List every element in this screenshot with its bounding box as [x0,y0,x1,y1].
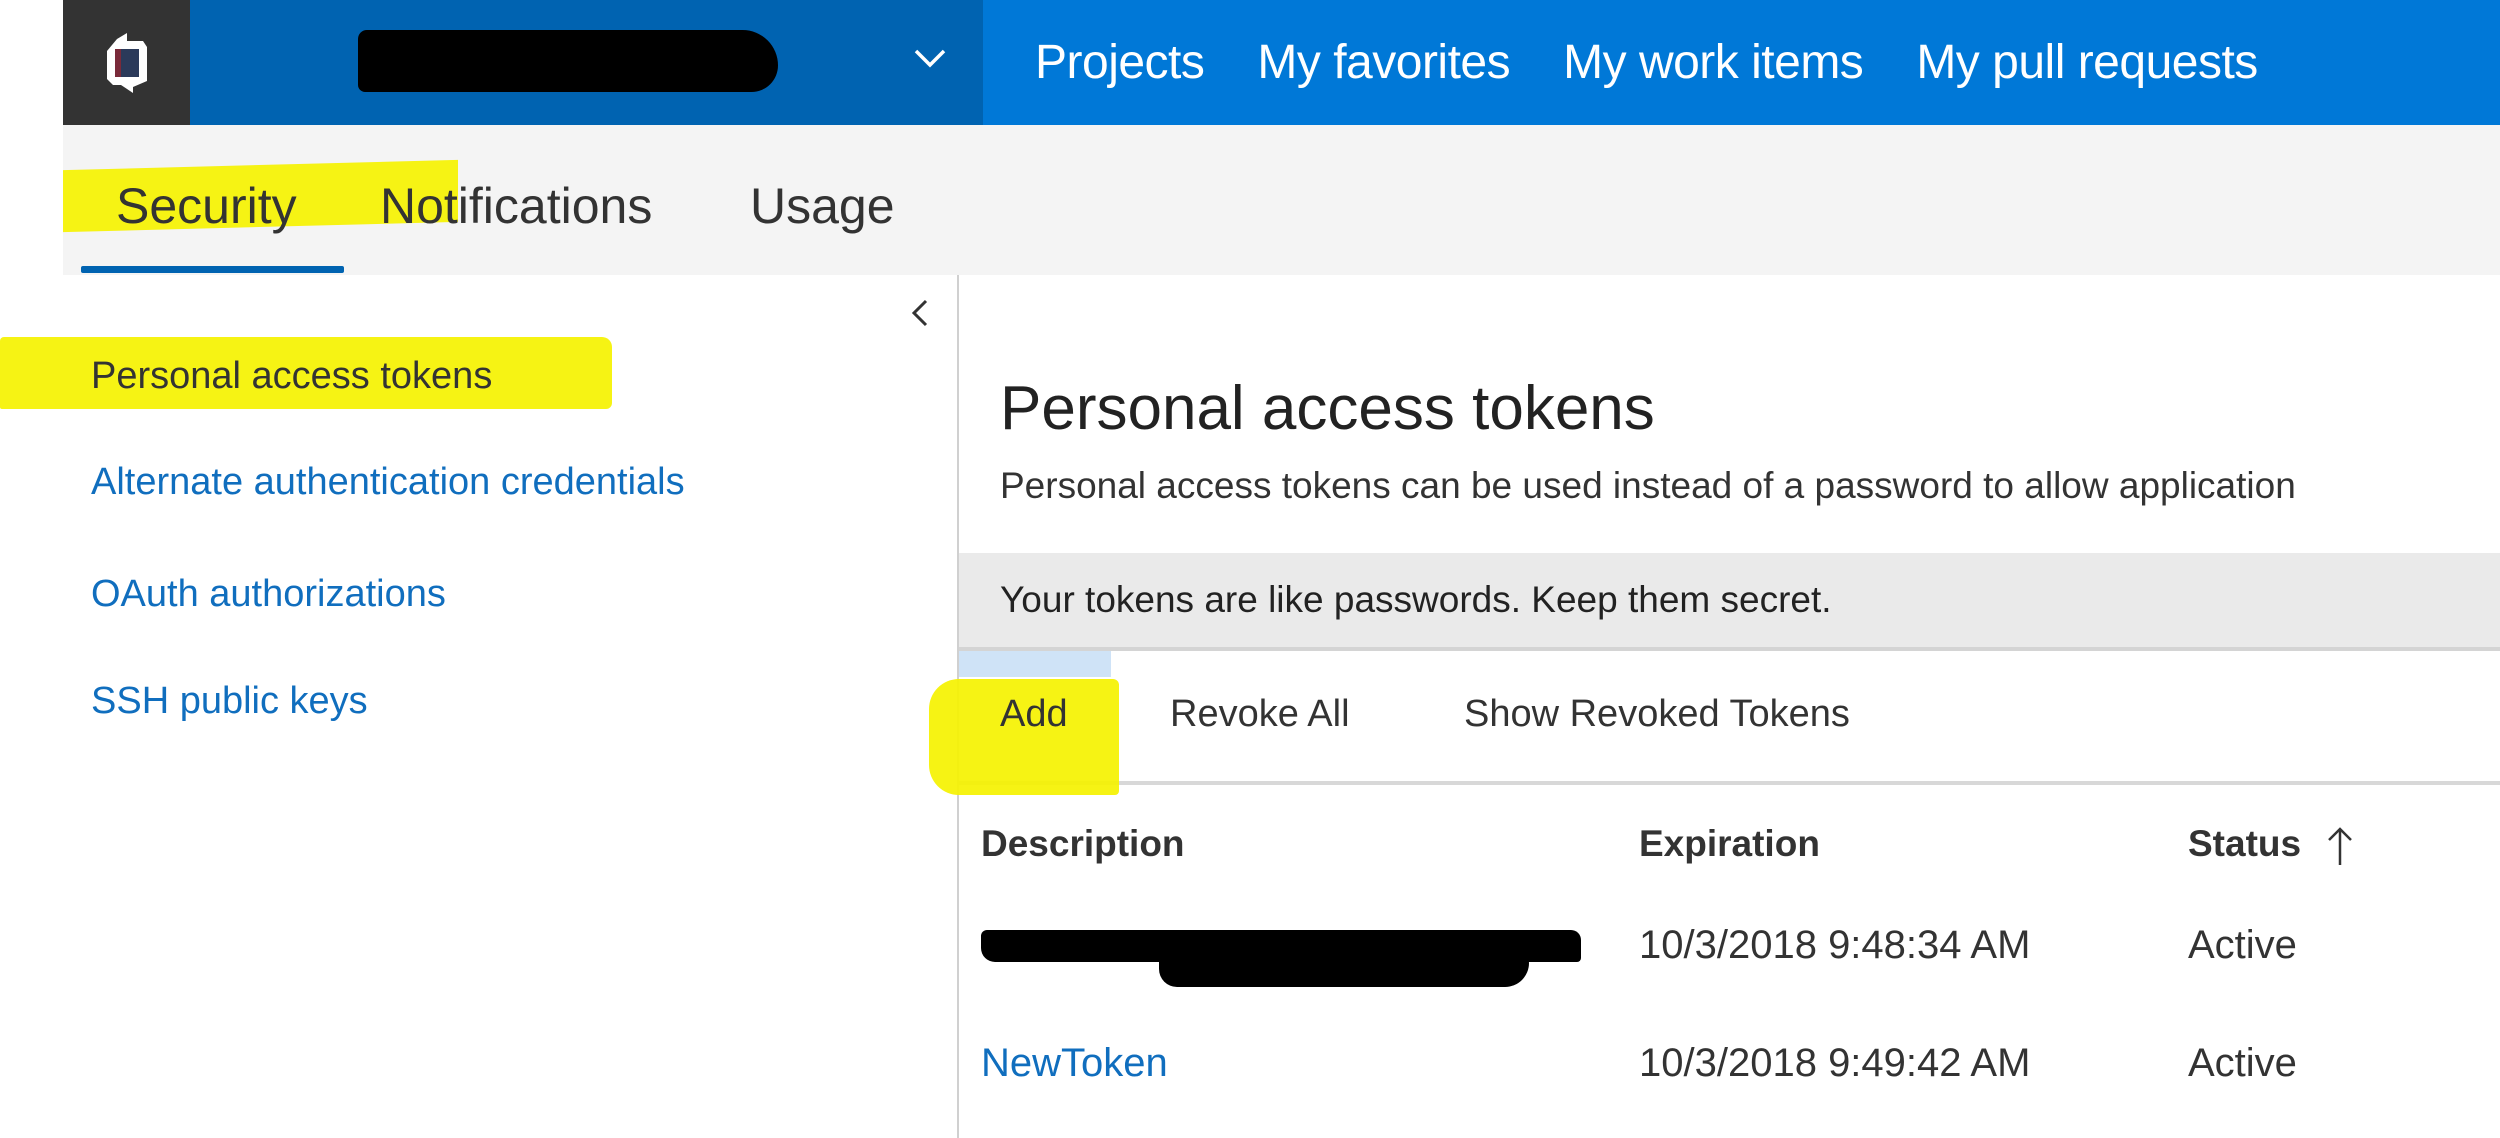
page-description: Personal access tokens can be used inste… [1000,465,2296,506]
chevron-down-icon[interactable] [910,38,950,78]
sidebar-item-personal-access-tokens[interactable]: Personal access tokens [91,355,492,398]
main-content: Personal access tokens Personal access t… [929,275,2500,1138]
token-expiration: 10/3/2018 9:48:34 AM [1639,923,2031,967]
sidebar-item-ssh-public-keys[interactable]: SSH public keys [91,680,368,723]
token-expiration: 10/3/2018 9:49:42 AM [1639,1041,2031,1085]
revoke-all-button[interactable]: Revoke All [1170,693,1350,736]
redacted-token-description [1159,945,1529,987]
sidebar-item-alternate-credentials[interactable]: Alternate authentication credentials [91,461,685,504]
arrow-up-icon [2328,827,2353,866]
security-sidebar: Personal access tokens Alternate authent… [0,275,957,1138]
tab-security[interactable]: Security [116,177,297,235]
token-toolbar: Add Revoke All Show Revoked Tokens [929,651,2500,795]
column-header-status-label: Status [2188,823,2302,864]
top-nav-links: Projects My favorites My work items My p… [983,0,2258,125]
active-tab-indicator [81,266,344,273]
add-token-button[interactable]: Add [1000,693,1068,736]
azure-devops-logo-icon [106,32,147,93]
redacted-organization-name [358,30,778,92]
token-description-link[interactable]: NewToken [981,1041,1168,1086]
tab-notifications[interactable]: Notifications [380,177,652,235]
nav-my-favorites[interactable]: My favorites [1257,35,1510,90]
settings-tabs: Security Notifications Usage [63,125,2500,275]
nav-projects[interactable]: Projects [1035,35,1205,90]
sidebar-item-oauth-authorizations[interactable]: OAuth authorizations [91,573,446,616]
organization-selector[interactable] [190,0,983,125]
token-status: Active [2188,923,2297,967]
nav-my-work-items[interactable]: My work items [1563,35,1864,90]
column-header-expiration[interactable]: Expiration [1639,823,1820,865]
warning-text: Your tokens are like passwords. Keep the… [1000,579,1832,620]
home-logo-button[interactable] [63,0,190,125]
token-status: Active [2188,1041,2297,1085]
show-revoked-tokens-button[interactable]: Show Revoked Tokens [1464,693,1850,736]
chevron-left-icon[interactable] [902,293,938,333]
tab-usage[interactable]: Usage [750,177,895,235]
nav-my-pull-requests[interactable]: My pull requests [1916,35,2258,90]
focus-indicator [959,651,1111,677]
top-navigation-bar: Projects My favorites My work items My p… [63,0,2500,125]
warning-banner: Your tokens are like passwords. Keep the… [959,553,2500,651]
column-header-description[interactable]: Description [981,823,1185,865]
page-title: Personal access tokens [1000,373,1655,443]
column-header-status[interactable]: Status [2188,823,2355,867]
